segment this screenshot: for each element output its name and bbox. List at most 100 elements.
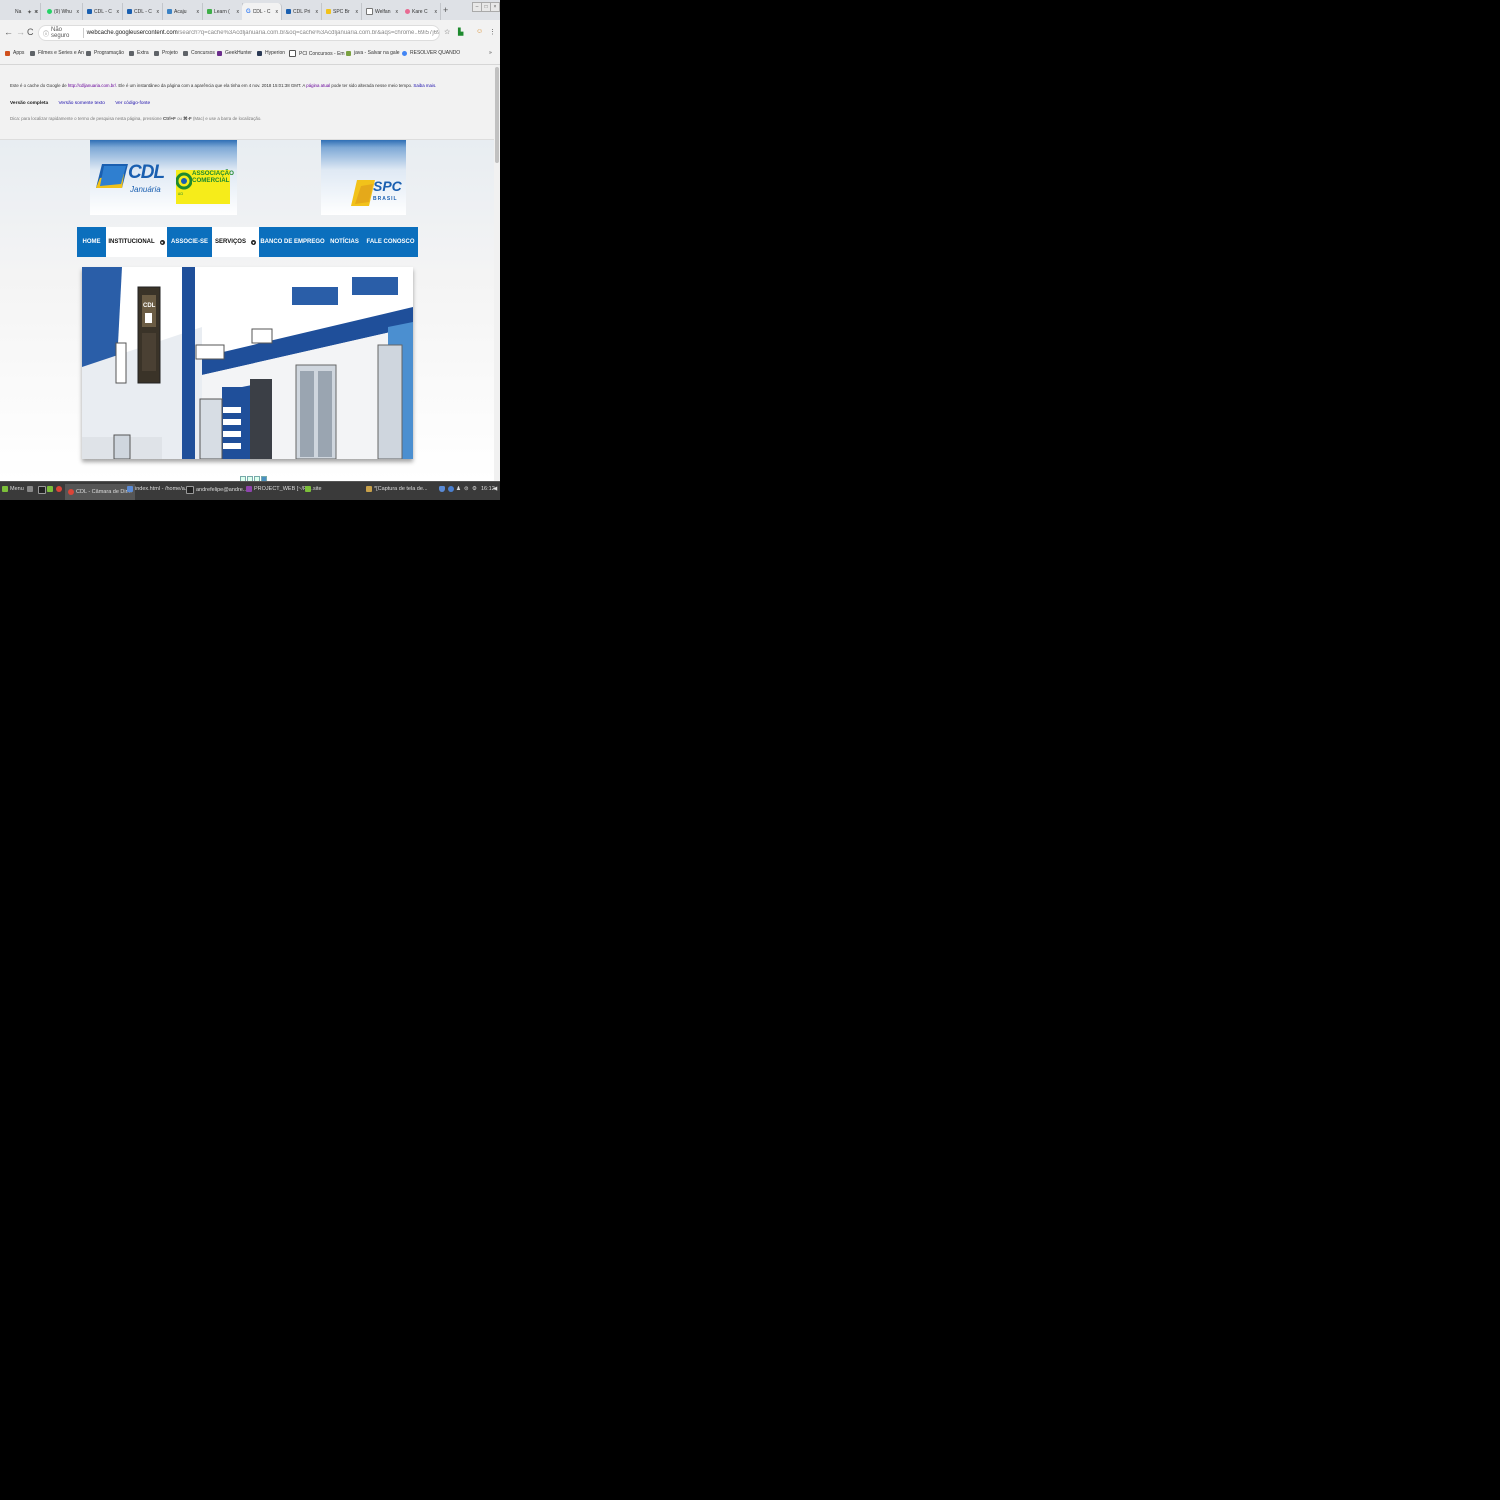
chrome-icon: [56, 486, 62, 492]
tray-shield[interactable]: [439, 486, 447, 492]
bookmark-stackoverflow[interactable]: java - Salvar na gale: [346, 50, 400, 56]
browser-tab[interactable]: CDL Pri x: [282, 3, 322, 20]
full-version-label: Versão completa: [10, 101, 49, 106]
bookmark-folder[interactable]: Extra: [129, 50, 149, 56]
menu-kebab-icon[interactable]: ⋮: [489, 28, 496, 36]
files-launcher[interactable]: [47, 486, 55, 492]
bookmark-hyperion[interactable]: Hyperion: [257, 50, 285, 56]
shield-icon: [439, 486, 445, 492]
bookmark-pci[interactable]: PCI Concursos - Em: [289, 50, 345, 57]
browser-tab[interactable]: ✦ x: [23, 3, 41, 20]
tray-volume[interactable]: ◀: [493, 486, 497, 492]
bookmark-geekhunter[interactable]: GeekHunter: [217, 50, 252, 56]
view-source-link[interactable]: Ver código-fonte: [115, 101, 150, 106]
google-cache-notice: Este é o cache do Google de http://cdlja…: [0, 65, 494, 140]
chrome-icon: [402, 50, 407, 56]
image-viewer-icon: [366, 486, 372, 492]
browser-tab[interactable]: SPC Br x: [322, 3, 362, 20]
tab-close-icon[interactable]: x: [237, 9, 240, 15]
tray-user[interactable]: ♟: [456, 486, 461, 492]
back-icon[interactable]: ←: [4, 27, 13, 37]
vertical-scrollbar[interactable]: [494, 65, 500, 481]
nav-banco-de-emprego[interactable]: BANCO DE EMPREGO: [259, 227, 326, 257]
nav-noticias[interactable]: NOTÍCIAS: [326, 227, 363, 257]
browser-tab[interactable]: CDL - Cx: [123, 3, 163, 20]
bookmark-folder[interactable]: Programação: [86, 50, 124, 56]
new-tab-button[interactable]: +: [443, 5, 448, 15]
bookmark-apps[interactable]: Apps: [5, 50, 24, 56]
bookmark-folder[interactable]: Filmes e Series e An: [30, 50, 84, 56]
browser-tab[interactable]: Acaju x: [163, 3, 203, 20]
nav-institucional[interactable]: INSTITUCIONAL ▾: [106, 227, 167, 257]
tab-close-icon[interactable]: x: [316, 9, 319, 15]
bookmark-star-icon[interactable]: ☆: [444, 28, 450, 36]
nav-home[interactable]: HOME: [77, 227, 106, 257]
bookmarks-overflow-button[interactable]: »: [489, 50, 492, 56]
hero-slider-image[interactable]: CDL: [82, 267, 413, 459]
text-only-version-link[interactable]: Versão somente texto: [58, 101, 104, 106]
browser-tab[interactable]: (9) Whu x: [43, 3, 83, 20]
folder-icon: [47, 486, 53, 492]
taskbar-window-editor[interactable]: index.html - /home/a...: [127, 486, 189, 492]
browser-tab[interactable]: Learn (x: [203, 3, 243, 20]
cache-notice-text: Este é o cache do Google de http://cdlja…: [10, 83, 437, 88]
tab-close-icon[interactable]: x: [117, 9, 120, 15]
browser-launcher[interactable]: [56, 486, 64, 492]
taskbar-window-terminal[interactable]: andrefelipe@andre...: [186, 486, 247, 494]
tab-close-icon[interactable]: x: [276, 9, 279, 15]
extension-icon[interactable]: ▙: [458, 28, 463, 36]
tab-close-icon[interactable]: x: [77, 9, 80, 15]
scrollbar-thumb[interactable]: [495, 67, 499, 163]
nav-associe-se[interactable]: ASSOCIE-SE: [167, 227, 212, 257]
url-host: webcache.googleusercontent.com: [86, 30, 178, 36]
learn-more-link[interactable]: Saiba mais.: [413, 83, 436, 88]
browser-tab[interactable]: CDL - Cx: [83, 3, 123, 20]
profile-avatar-icon[interactable]: ☺: [476, 28, 483, 35]
start-menu-button[interactable]: Menu: [2, 486, 24, 492]
geekhunter-icon: [217, 50, 222, 56]
youtube-icon: [8, 9, 13, 14]
reload-icon[interactable]: C: [27, 27, 34, 37]
tray-bluetooth[interactable]: [448, 486, 456, 492]
google-icon: G: [246, 9, 251, 15]
learn-icon: [207, 9, 212, 14]
security-label: Não seguro: [51, 27, 70, 39]
nav-fale-conosco[interactable]: FALE CONOSCO: [363, 227, 418, 257]
folder-icon: [183, 50, 188, 56]
hero-sign-text: CDL: [143, 303, 156, 309]
bookmark-folder[interactable]: Concursos: [183, 50, 215, 56]
cdl-logo-mark-icon: [96, 164, 128, 188]
acaju-icon: [167, 9, 172, 14]
cached-url-link[interactable]: http://cdljanuaria.com.br/: [68, 83, 116, 88]
show-desktop-button[interactable]: [27, 486, 35, 492]
browser-tab[interactable]: Kare Cx: [401, 3, 441, 20]
nav-servicos[interactable]: SERVIÇOS ▾: [212, 227, 259, 257]
tab-close-icon[interactable]: x: [396, 9, 399, 15]
tab-close-icon[interactable]: x: [197, 9, 200, 15]
dropdown-arrow-icon: ▾: [159, 239, 165, 245]
tab-close-icon[interactable]: x: [356, 9, 359, 15]
taskbar-window-chrome[interactable]: CDL - Câmara de Dir...: [65, 484, 135, 500]
spc-logo-mark-icon: [351, 180, 375, 206]
browser-tab-active[interactable]: G CDL - Cx: [242, 3, 282, 20]
header-logos-right: SPC BRASIL: [321, 140, 406, 215]
tab-close-icon[interactable]: x: [36, 9, 39, 15]
tray-settings[interactable]: ⚙: [472, 486, 477, 492]
taskbar-window-ide[interactable]: PROJECT_WEB [~/Pr...: [246, 486, 313, 492]
browser-tab[interactable]: Welfan x: [362, 3, 402, 20]
tab-close-icon[interactable]: x: [157, 9, 160, 15]
cache-search-tip: Dica: para localizar rapidamente o termo…: [10, 116, 262, 121]
bookmark-resolver[interactable]: RESOLVER QUANDO: [402, 50, 460, 56]
tray-network[interactable]: ⊜: [464, 486, 469, 492]
address-bar[interactable]: ⓘ Não seguro webcache.googleusercontent.…: [38, 25, 440, 41]
taskbar-window-files[interactable]: site: [305, 486, 322, 492]
forward-icon[interactable]: →: [16, 27, 25, 37]
taskbar-window-screenshot[interactable]: *[Captura de tela de...: [366, 486, 428, 492]
current-page-link[interactable]: página atual: [306, 83, 330, 88]
tab-close-icon[interactable]: x: [435, 9, 438, 15]
aci-logo-abbr: ACI: [178, 192, 184, 196]
bookmark-folder[interactable]: Projeto: [154, 50, 178, 56]
info-icon[interactable]: ⓘ: [43, 29, 49, 38]
cdl-logo-city: Januária: [130, 185, 161, 194]
close-window-icon[interactable]: ×: [490, 2, 500, 12]
